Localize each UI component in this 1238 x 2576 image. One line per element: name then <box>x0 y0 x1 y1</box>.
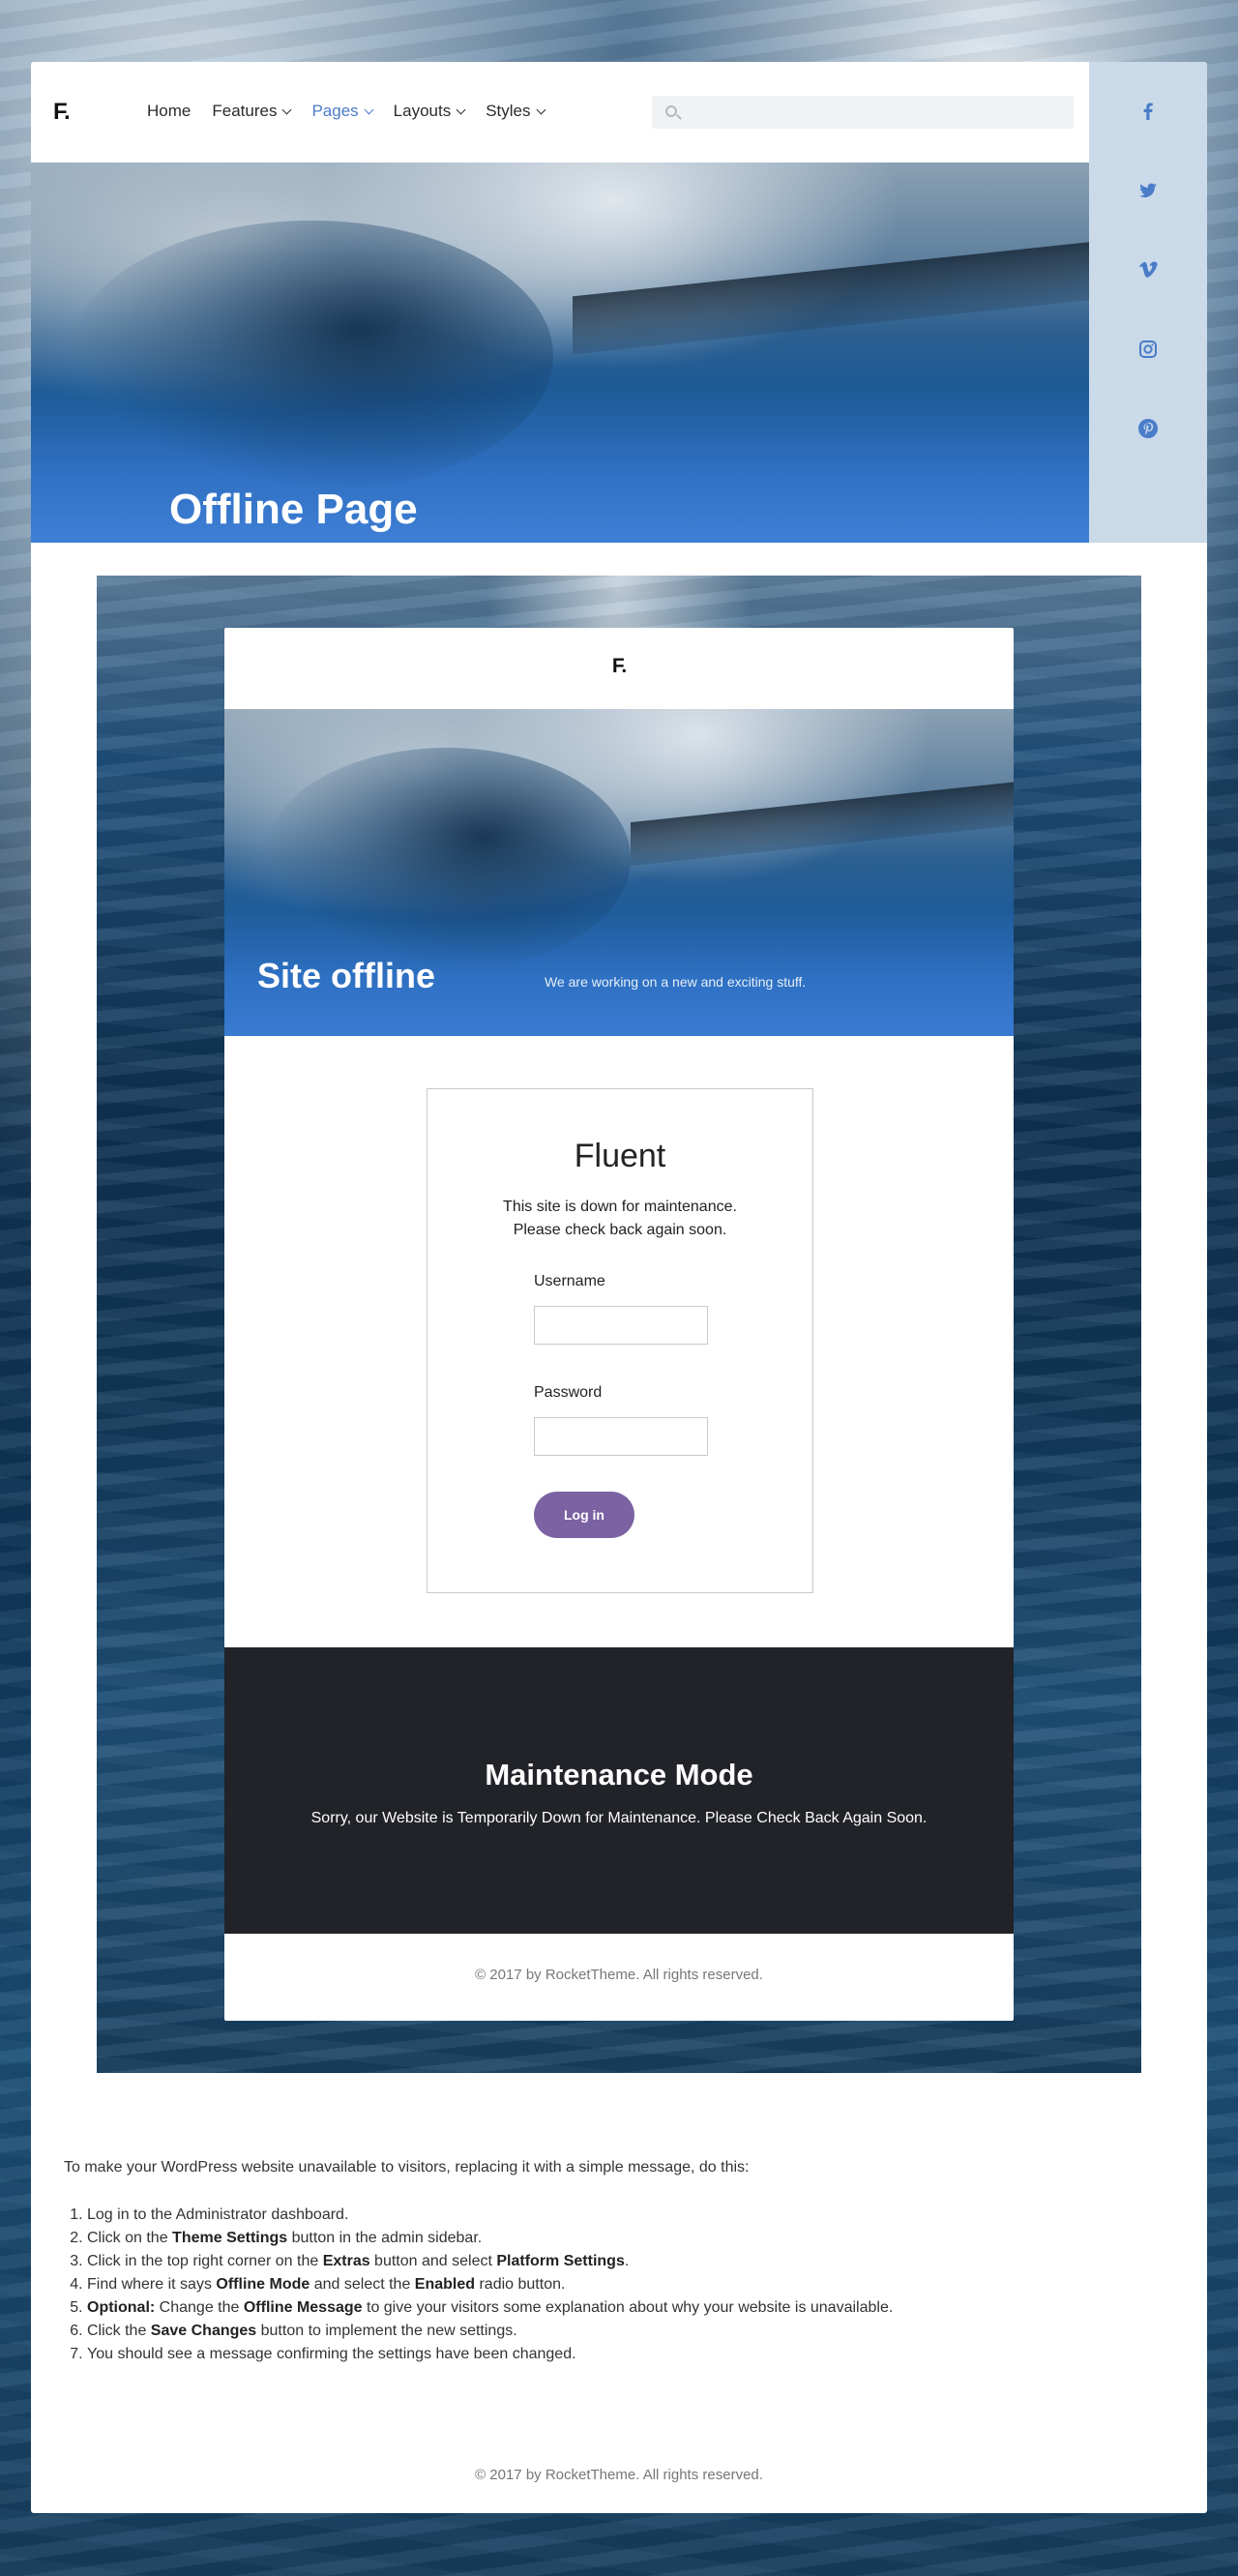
step-text: Find where it says <box>87 2276 217 2293</box>
step-emphasis: Offline Mode <box>216 2276 310 2293</box>
nav-item-styles[interactable]: Styles <box>486 102 545 121</box>
offline-preview-frame: F. Site offline We are working on a new … <box>97 576 1141 2073</box>
step-emphasis: Save Changes <box>150 2323 257 2339</box>
nav-item-label: Features <box>212 102 278 120</box>
nav-item-label: Pages <box>311 102 359 120</box>
site-header: F. Home Features Pages Layouts Styles <box>31 62 1089 163</box>
site-offline-title: Site offline <box>257 956 436 995</box>
step-text: to give your visitors some explanation a… <box>362 2299 894 2316</box>
step-text: Click in the top right corner on the <box>87 2253 323 2269</box>
login-form: Fluent This site is down for maintenance… <box>427 1088 813 1593</box>
nav-item-label: Layouts <box>393 102 452 120</box>
username-field[interactable] <box>534 1306 708 1345</box>
chevron-down-icon <box>456 104 466 114</box>
card-copyright: © 2017 by RocketTheme. All rights reserv… <box>475 1967 763 1983</box>
step-text: Click on the <box>87 2230 173 2246</box>
instruction-step: Click in the top right corner on the Ext… <box>87 2250 893 2273</box>
search-bar[interactable] <box>652 96 1074 129</box>
maintenance-message: Sorry, our Website is Temporarily Down f… <box>310 1810 928 1826</box>
maintenance-section: Maintenance Mode Sorry, our Website is T… <box>224 1647 1014 1934</box>
chevron-down-icon <box>282 104 292 114</box>
instructions-list: Log in to the Administrator dashboard. Cl… <box>87 2204 893 2366</box>
page-title: Offline Page <box>169 486 418 533</box>
instagram-icon[interactable] <box>1135 337 1161 362</box>
instruction-step: Find where it says Offline Mode and sele… <box>87 2273 893 2296</box>
login-button[interactable]: Log in <box>534 1492 634 1538</box>
nav-item-layouts[interactable]: Layouts <box>393 102 466 121</box>
shoreline-image <box>631 779 1014 867</box>
step-emphasis: Platform Settings <box>496 2253 625 2269</box>
login-title: Fluent <box>574 1138 666 1174</box>
step-text: button in the admin sidebar. <box>287 2230 483 2246</box>
chevron-down-icon <box>364 104 374 114</box>
card-hero: Site offline We are working on a new and… <box>224 709 1014 1036</box>
page-container: F. Home Features Pages Layouts Styles Of… <box>31 62 1207 2513</box>
maintenance-notice: This site is down for maintenance. Pleas… <box>427 1196 812 1242</box>
wave-image <box>70 221 553 491</box>
notice-line-2: Please check back again soon. <box>513 1222 727 1238</box>
step-text: radio button. <box>475 2276 566 2293</box>
pinterest-icon[interactable] <box>1135 416 1161 441</box>
nav-item-label: Styles <box>486 102 531 120</box>
social-sidebar <box>1089 62 1207 543</box>
step-text: . <box>624 2253 630 2269</box>
step-text: button to implement the new settings. <box>256 2323 517 2339</box>
instruction-step: Click the Save Changes button to impleme… <box>87 2320 893 2343</box>
instruction-step: Log in to the Administrator dashboard. <box>87 2204 893 2227</box>
wave-image <box>263 748 631 970</box>
instruction-step: Click on the Theme Settings button in th… <box>87 2227 893 2250</box>
nav-item-label: Home <box>147 102 192 120</box>
instruction-step: You should see a message confirming the … <box>87 2343 893 2366</box>
page-hero: Offline Page <box>31 163 1089 543</box>
step-text: Click the <box>87 2323 151 2339</box>
shoreline-image <box>573 241 1089 355</box>
step-emphasis: Extras <box>322 2253 370 2269</box>
step-text: button and select <box>369 2253 497 2269</box>
step-emphasis: Theme Settings <box>172 2230 288 2246</box>
password-field[interactable] <box>534 1417 708 1456</box>
chevron-down-icon <box>536 104 545 114</box>
nav-item-features[interactable]: Features <box>212 102 292 121</box>
main-nav: Home Features Pages Layouts Styles <box>147 102 566 121</box>
step-text: Change the <box>155 2299 244 2316</box>
search-icon <box>665 105 677 117</box>
maintenance-title: Maintenance Mode <box>485 1758 753 1791</box>
card-logo: F. <box>611 655 627 677</box>
nav-item-home[interactable]: Home <box>147 102 191 121</box>
instruction-step: Optional: Change the Offline Message to … <box>87 2296 893 2320</box>
facebook-icon[interactable] <box>1135 99 1161 124</box>
nav-item-pages[interactable]: Pages <box>311 102 374 121</box>
page-copyright: © 2017 by RocketTheme. All rights reserv… <box>475 2467 763 2483</box>
instructions-intro: To make your WordPress website unavailab… <box>64 2159 750 2176</box>
site-logo[interactable]: F. <box>53 99 71 126</box>
twitter-icon[interactable] <box>1135 178 1161 203</box>
username-label: Username <box>534 1273 605 1289</box>
password-label: Password <box>534 1384 603 1401</box>
step-text: Log in to the Administrator dashboard. <box>87 2206 349 2223</box>
notice-line-1: This site is down for maintenance. <box>503 1199 737 1215</box>
step-emphasis: Offline Message <box>243 2299 363 2316</box>
step-emphasis: Enabled <box>414 2276 476 2293</box>
step-emphasis: Optional: <box>87 2299 156 2316</box>
site-offline-subtitle: We are working on a new and exciting stu… <box>545 974 807 990</box>
step-text: You should see a message confirming the … <box>87 2346 576 2362</box>
step-text: and select the <box>310 2276 415 2293</box>
offline-card: F. Site offline We are working on a new … <box>224 628 1014 2021</box>
vimeo-icon[interactable] <box>1135 257 1161 282</box>
